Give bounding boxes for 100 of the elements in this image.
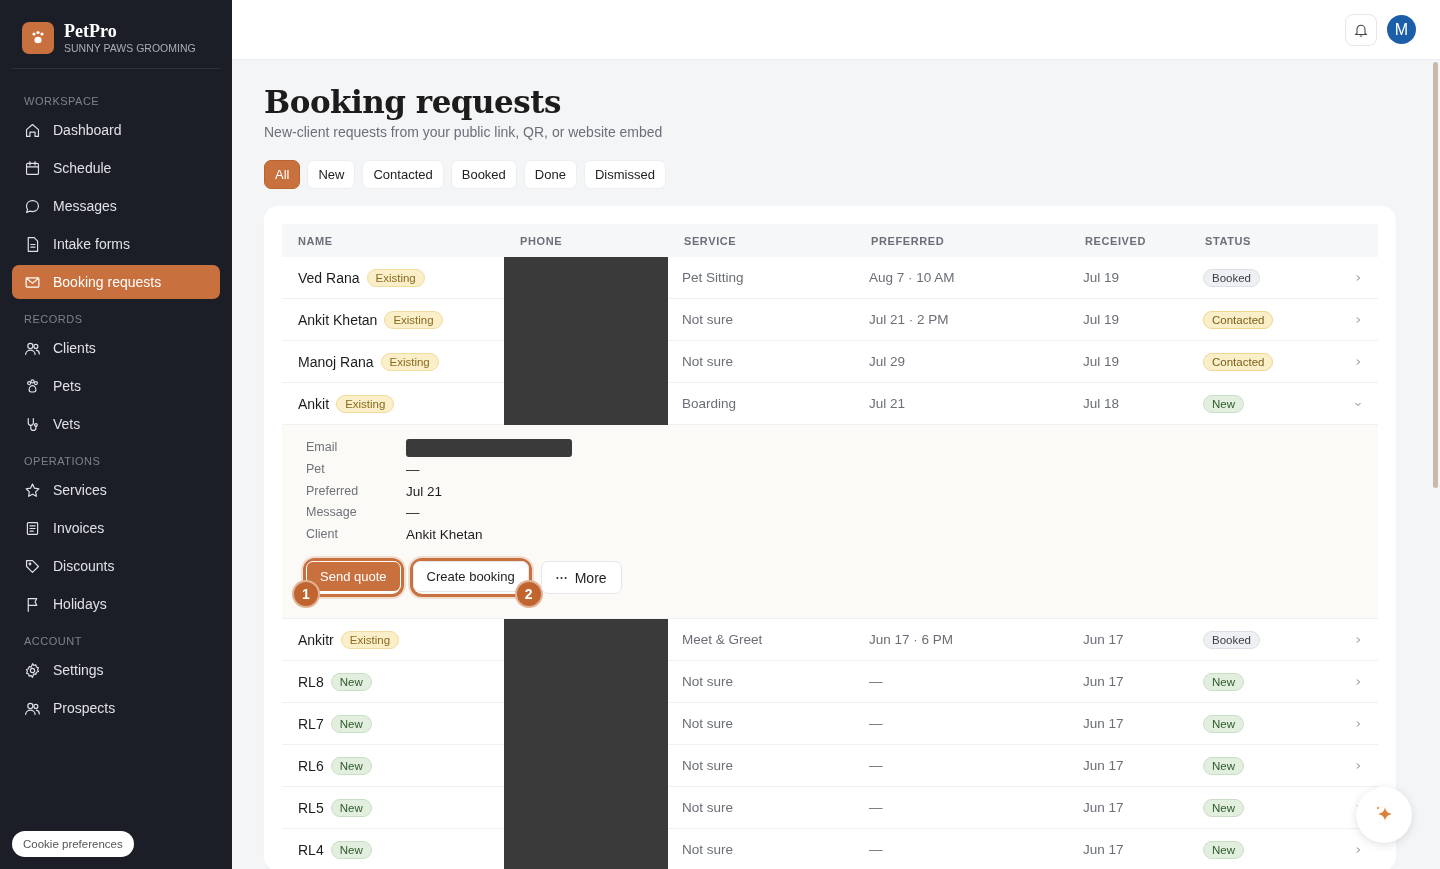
sidebar-item[interactable]: Dashboard [12,113,220,147]
chevron-right-icon[interactable] [1354,357,1362,366]
calendar-icon [24,159,41,177]
sidebar-item[interactable]: Settings [12,653,220,687]
client-tag: New [330,840,372,859]
table-cell: Boarding [682,396,737,411]
scrollbar[interactable] [1433,62,1438,488]
detail-value: — [406,461,421,479]
sidebar-item[interactable]: Holidays [12,587,220,621]
table-cell: Jun 17 [1083,758,1124,773]
table-cell: Jul 19 [1083,270,1120,285]
table-cell: Jun 17 · 6 PM [869,632,954,647]
table-cell: Jun 17 [1083,716,1124,731]
sidebar-item[interactable]: Discounts [12,549,220,583]
filter-tab[interactable]: All [264,160,301,189]
sidebar-item[interactable]: Prospects [12,691,220,725]
chevron-right-icon[interactable] [1354,315,1362,324]
chevron-right-icon[interactable] [1354,273,1362,282]
filter-tab[interactable]: Contacted [362,160,444,189]
chevron-right-icon[interactable] [1354,677,1362,686]
table-cell: Jul 21 · 2 PM [869,312,949,327]
client-tag: Existing [336,394,395,413]
column-header: PREFERRED [870,234,946,247]
status-badge: Contacted [1203,352,1274,371]
user-avatar[interactable]: M [1387,15,1416,44]
client-tag: New [330,672,372,691]
client-name: Ankit [298,395,330,412]
client-tag: New [330,714,372,733]
detail-value: Ankit Khetan [406,525,484,543]
sidebar-item[interactable]: Services [12,473,220,507]
table-cell: Not sure [682,674,734,689]
sidebar-item[interactable]: Invoices [12,511,220,545]
client-name: RL5 [298,799,324,816]
client-tag: Existing [366,268,425,287]
column-header: STATUS [1204,234,1252,247]
filter-tab[interactable]: Done [523,160,577,189]
status-badge: Contacted [1203,310,1274,329]
tag-icon [24,557,41,575]
more-button[interactable]: More [540,561,622,594]
chevron-right-icon[interactable] [1354,845,1362,854]
client-tag: New [330,798,372,817]
table-cell: — [869,758,883,773]
table-cell: Meet & Greet [682,632,763,647]
chat-icon [24,197,41,215]
client-tag: Existing [384,310,443,329]
detail-label: Preferred [306,482,360,500]
notification-bell-button[interactable] [1345,13,1377,46]
cookie-preferences-button[interactable]: Cookie preferences [12,831,134,857]
status-badge: New [1203,840,1244,859]
paw-logo-icon [22,22,54,54]
detail-label: Email [306,439,339,456]
table-cell: Jun 17 [1083,842,1124,857]
table-cell: Jul 18 [1083,396,1120,411]
status-badge: New [1203,756,1244,775]
status-badge: New [1203,672,1244,691]
sidebar-item[interactable]: Clients [12,331,220,365]
table-cell: Jul 29 [869,354,906,369]
table-cell: Not sure [682,312,734,327]
detail-value: — [406,504,421,522]
table-cell: Jun 17 [1083,800,1124,815]
gear-icon [24,661,41,679]
client-name: Manoj Rana [298,353,374,370]
chevron-right-icon[interactable] [1354,635,1362,644]
sidebar-item[interactable]: Schedule [12,151,220,185]
sidebar-item[interactable]: Vets [12,407,220,441]
section-label: RECORDS [23,312,84,327]
brand-subtitle: SUNNY PAWS GROOMING [64,42,196,54]
chevron-right-icon[interactable] [1354,761,1362,770]
receipt-icon [24,519,41,537]
detail-label: Message [306,504,358,521]
table-cell: Jul 21 [869,396,906,411]
table-cell: Not sure [682,842,734,857]
status-badge: Booked [1203,630,1260,649]
status-badge: New [1203,714,1244,733]
client-name: Ankit Khetan [298,311,378,328]
sidebar-item[interactable]: Intake forms [12,227,220,261]
filter-tab[interactable]: Booked [450,160,517,189]
sidebar-item[interactable]: Booking requests [12,265,220,299]
client-name: RL6 [298,757,324,774]
page-title: Booking requests [264,84,563,120]
chevron-right-icon[interactable] [1354,719,1362,728]
page-subtitle: New-client requests from your public link, QR, or website embed [264,124,664,140]
sidebar-item[interactable]: Pets [12,369,220,403]
filter-tab[interactable]: New [307,160,356,189]
detail-value: Jul 21 [406,482,444,500]
sidebar-item[interactable]: Messages [12,189,220,223]
table-cell: Jun 17 [1083,632,1124,647]
detail-label: Pet [306,461,326,478]
table-cell: Not sure [682,716,734,731]
client-tag: Existing [340,630,400,649]
filter-tab[interactable]: Dismissed [583,160,666,189]
table-cell: Not sure [682,354,734,369]
status-badge: New [1203,394,1244,413]
table-cell: Jun 17 [1083,674,1124,689]
section-label: OPERATIONS [23,454,102,469]
client-name: RL7 [298,715,324,732]
table-cell: Jul 19 [1083,312,1120,327]
section-label: WORKSPACE [23,94,101,109]
table-cell: — [869,842,883,857]
home-icon [24,121,41,139]
